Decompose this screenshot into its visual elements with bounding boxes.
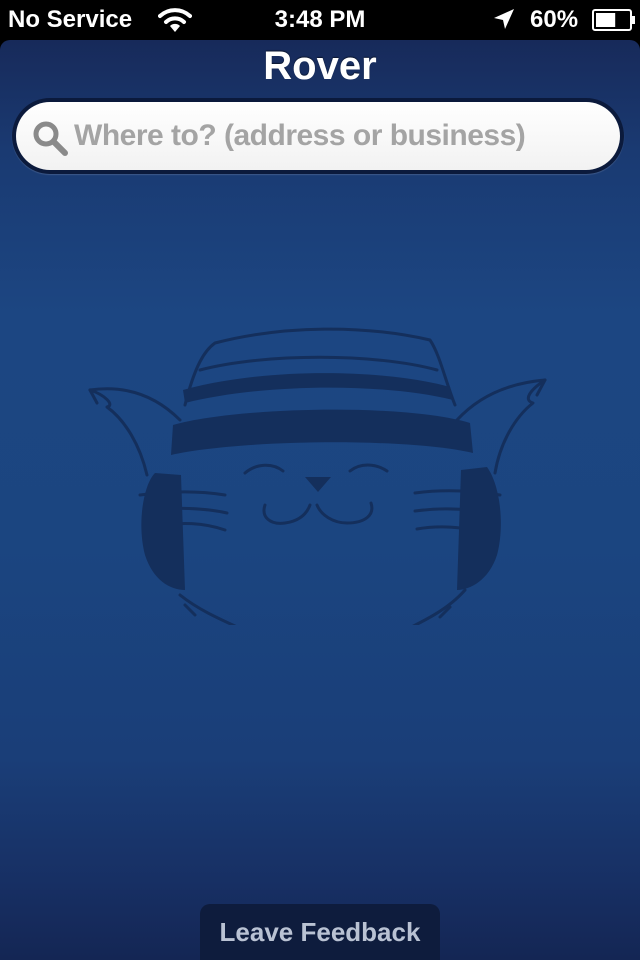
cat-with-headphones-logo <box>88 327 547 625</box>
app-title: Rover <box>263 44 377 88</box>
app-screen: Rover Where to? (address or business) Le… <box>0 40 640 960</box>
search-field-background <box>16 102 620 170</box>
search-icon <box>33 121 68 156</box>
search-bar[interactable] <box>12 98 624 174</box>
leave-feedback-button[interactable]: Leave Feedback <box>200 904 440 960</box>
battery-percent: 60% <box>530 6 579 33</box>
status-bar: No Service 3:48 PM 60% <box>0 0 640 40</box>
search-input[interactable] <box>74 102 600 170</box>
battery-icon <box>592 9 635 31</box>
location-arrow-icon <box>494 9 514 29</box>
